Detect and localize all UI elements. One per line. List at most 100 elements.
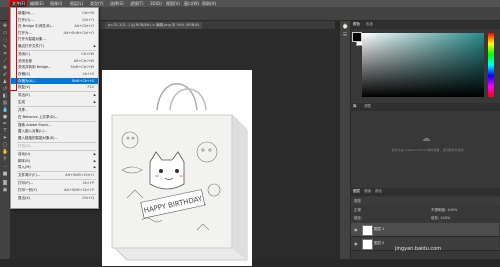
menu-item-label: 自动(U) bbox=[18, 152, 31, 156]
menu-3d[interactable]: 3D(D) bbox=[150, 1, 162, 6]
menu-item-shortcut: Ctrl+W bbox=[81, 52, 94, 57]
library-panel-tabs: 库 调整 bbox=[350, 103, 500, 111]
move-tool-icon[interactable]: ✥ bbox=[2, 24, 8, 29]
file-menu-item[interactable]: 生成 ▶ bbox=[11, 99, 98, 105]
tab-swatches[interactable]: 色板 bbox=[366, 22, 373, 27]
tab-adjustments[interactable]: 调整 bbox=[364, 104, 371, 109]
menu-item-label: 打印一份(Y) bbox=[18, 188, 37, 192]
document-tab[interactable]: pc-01-2(5...) 从(RGB/8#) × 编辑.png @ 50% (… bbox=[105, 22, 203, 29]
file-menu-item[interactable]: 打印(P)... Ctrl+P bbox=[11, 180, 98, 186]
document-canvas[interactable]: HAPPY BIRTHDAY bbox=[102, 70, 252, 266]
menu-item-label: 在 Behance 上共享(D)... bbox=[18, 114, 59, 119]
file-menu-item[interactable]: 关闭并转到 Bridge... Shift+Ctrl+W bbox=[11, 64, 98, 70]
file-menu-item[interactable]: 置入链接的智能对象(K)... bbox=[11, 135, 98, 141]
quick-mask-icon[interactable]: ◙ bbox=[2, 181, 8, 186]
gradient-tool-icon[interactable]: ▥ bbox=[2, 101, 8, 106]
file-menu-item[interactable]: 在 Behance 上共享(D)... bbox=[11, 114, 98, 120]
menu-item-label: 搜索 Adobe Stock... bbox=[18, 122, 52, 127]
file-menu-item[interactable]: 最近打开文件(T) ▶ bbox=[11, 43, 98, 49]
path-select-tool-icon[interactable]: ➤ bbox=[2, 136, 8, 141]
file-menu-item[interactable]: 打开为... Alt+Shift+Ctrl+O bbox=[11, 30, 98, 36]
type-tool-icon[interactable]: T bbox=[2, 129, 8, 134]
menu-item-label: 最近打开文件(T) bbox=[18, 44, 44, 48]
layer-thumbnail bbox=[362, 225, 373, 236]
tab-paths[interactable]: 路径 bbox=[375, 189, 382, 194]
layer-row[interactable]: ◉ 图层 1 bbox=[351, 223, 499, 237]
stamp-tool-icon[interactable]: ♟ bbox=[2, 80, 8, 85]
blend-mode-select[interactable]: 正常 bbox=[354, 208, 361, 213]
layers-lock-row: 锁定: 填充: 100% bbox=[351, 215, 499, 222]
library-message: 您可以在 Creative Cloud 库中查看、访问和共享资源 bbox=[391, 148, 464, 152]
menu-item-label: 退出(X) bbox=[18, 196, 31, 201]
menu-item-shortcut: Ctrl+P bbox=[82, 181, 94, 186]
file-menu-item[interactable]: 文件简介(F)... Alt+Shift+Ctrl+I bbox=[11, 172, 98, 178]
properties-panel-icon[interactable]: ☰ bbox=[342, 33, 348, 38]
menu-item-label: 脚本(R) bbox=[18, 158, 31, 163]
hand-tool-icon[interactable]: ✋ bbox=[2, 150, 8, 155]
menu-item-label: 导入(M) bbox=[18, 165, 31, 170]
history-panel-icon[interactable]: ⌚ bbox=[342, 25, 348, 30]
submenu-arrow-icon: ▶ bbox=[93, 158, 96, 163]
file-menu-item[interactable]: 打印一份(Y) Alt+Shift+Ctrl+P bbox=[11, 187, 98, 193]
shopping-bag-image: HAPPY BIRTHDAY bbox=[111, 83, 248, 261]
crop-tool-icon[interactable]: ⌗ bbox=[2, 52, 8, 57]
menu-item-label: 置入链接的智能对象(K)... bbox=[18, 135, 58, 140]
layer-name: 图层 1 bbox=[374, 227, 385, 231]
file-menu-item[interactable]: 导出(E) ▶ bbox=[11, 92, 98, 98]
screen-mode-icon[interactable]: ▣ bbox=[2, 188, 8, 193]
file-menu-item[interactable]: 搜索 Adobe Stock... bbox=[11, 122, 98, 128]
eye-icon[interactable]: ◉ bbox=[354, 241, 358, 246]
file-menu-item[interactable]: 自动(U) ▶ bbox=[11, 151, 98, 157]
menu-item-shortcut: Alt+Shift+Ctrl+O bbox=[63, 30, 94, 35]
file-menu-item[interactable]: 恢复(V) F12 bbox=[11, 84, 98, 90]
file-menu-item[interactable]: 新建(N)... Ctrl+N bbox=[11, 10, 98, 16]
menu-item-shortcut: Ctrl+O bbox=[82, 17, 94, 22]
shape-tool-icon[interactable]: ▢ bbox=[2, 143, 8, 148]
blur-tool-icon[interactable]: 💧 bbox=[2, 108, 8, 113]
foreground-color-swatch-panel[interactable] bbox=[352, 32, 362, 42]
layers-filter-bar[interactable]: 类型 bbox=[351, 197, 499, 205]
menu-item-shortcut: Ctrl+Q bbox=[82, 196, 94, 201]
pen-tool-icon[interactable]: ✒ bbox=[2, 122, 8, 127]
healing-tool-icon[interactable]: ✚ bbox=[2, 66, 8, 71]
more-tools-icon[interactable]: … bbox=[2, 164, 8, 169]
eraser-tool-icon[interactable]: ◧ bbox=[2, 94, 8, 99]
file-menu-dropdown: 新建(N)... Ctrl+N 打开(O)... Ctrl+O 在 Bridge 中浏览… bbox=[10, 7, 99, 209]
file-menu-item[interactable]: 共享... bbox=[11, 107, 98, 113]
quick-select-tool-icon[interactable]: ✎ bbox=[2, 45, 8, 50]
layers-kind-filter[interactable]: 类型 bbox=[354, 199, 361, 204]
file-menu-item[interactable]: 关闭(C) Ctrl+W bbox=[11, 51, 98, 57]
marquee-tool-icon[interactable]: ▭ bbox=[2, 31, 8, 36]
file-menu-item[interactable]: 存储为(A)... Shift+Ctrl+S bbox=[11, 77, 98, 84]
color-picker-field[interactable] bbox=[362, 33, 484, 97]
opacity-field[interactable]: 不透明度: 100% bbox=[431, 208, 457, 213]
creative-cloud-icon: ☁ bbox=[421, 134, 431, 144]
file-menu-item[interactable]: 退出(X) Ctrl+Q bbox=[11, 195, 98, 201]
menu-item-label: 置入嵌入对象(L)... bbox=[18, 129, 48, 134]
file-menu-item[interactable]: 关闭全部 Alt+Ctrl+W bbox=[11, 58, 98, 64]
tab-layers[interactable]: 图层 bbox=[353, 189, 360, 194]
file-menu-item[interactable]: 打开(O)... Ctrl+O bbox=[11, 17, 98, 23]
submenu-arrow-icon: ▶ bbox=[93, 165, 96, 170]
lasso-tool-icon[interactable]: ◌ bbox=[2, 38, 8, 43]
fill-field[interactable]: 填充: 100% bbox=[431, 216, 450, 221]
hue-slider[interactable] bbox=[488, 33, 494, 97]
history-brush-icon[interactable]: ↺ bbox=[2, 87, 8, 92]
tab-channels[interactable]: 通道 bbox=[364, 189, 371, 194]
brush-tool-icon[interactable]: ✐ bbox=[2, 73, 8, 78]
eyedropper-tool-icon[interactable]: ⟋ bbox=[2, 59, 8, 64]
file-menu-item[interactable]: 导入(M) ▶ bbox=[11, 164, 98, 170]
file-menu-item[interactable]: 置入嵌入对象(L)... bbox=[11, 128, 98, 134]
tab-libraries[interactable]: 库 bbox=[353, 104, 357, 109]
foreground-color-swatch[interactable]: ■ bbox=[2, 172, 8, 177]
zoom-tool-icon[interactable]: ⚲ bbox=[2, 157, 8, 162]
file-menu-item[interactable]: 在 Bridge 中浏览(B)... Alt+Ctrl+O bbox=[11, 23, 98, 29]
menu-item-shortcut: Alt+Ctrl+O bbox=[74, 24, 94, 29]
dodge-tool-icon[interactable]: ● bbox=[2, 115, 8, 120]
tab-color[interactable]: 颜色 bbox=[353, 22, 360, 27]
file-menu-item[interactable]: 脚本(R) ▶ bbox=[11, 158, 98, 164]
file-menu-item[interactable]: 打开为智能对象... bbox=[11, 36, 98, 42]
eye-icon[interactable]: ◉ bbox=[354, 227, 358, 232]
file-menu-item[interactable]: 存储(S) Ctrl+S bbox=[11, 71, 98, 77]
submenu-arrow-icon: ▶ bbox=[93, 44, 96, 48]
